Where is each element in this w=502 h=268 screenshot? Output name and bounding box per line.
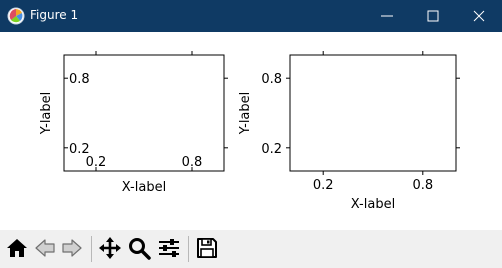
minimize-icon xyxy=(381,15,393,17)
navigation-toolbar xyxy=(0,230,502,268)
y-tick-label: 0.8 xyxy=(261,72,282,87)
window-title: Figure 1 xyxy=(30,8,79,22)
forward-button[interactable] xyxy=(60,236,84,260)
toolbar-separator xyxy=(188,236,189,262)
home-button[interactable] xyxy=(5,236,29,260)
x-tick-label: 0.8 xyxy=(182,155,203,170)
x-axis-label: X-label xyxy=(351,197,395,212)
figure-plot: 0.2 0.8 0.2 0.8 X-label Y-label 0.2 0.8 0.2 0.8 X-… xyxy=(39,51,460,212)
minimize-button[interactable] xyxy=(364,0,410,32)
configure-subplots-icon xyxy=(159,239,179,257)
close-icon xyxy=(473,10,485,22)
save-icon xyxy=(197,238,217,258)
home-icon xyxy=(7,239,27,257)
maximize-button[interactable] xyxy=(410,0,456,32)
save-button[interactable] xyxy=(195,236,219,260)
app-icon xyxy=(7,7,25,25)
axes-frame xyxy=(289,54,457,172)
x-tick-label: 0.2 xyxy=(313,178,334,193)
figure-canvas[interactable]: 0.2 0.8 0.2 0.8 X-label Y-label 0.2 0.8 0.2 0.8 X-… xyxy=(0,32,502,230)
forward-icon xyxy=(62,239,82,257)
back-icon xyxy=(35,239,55,257)
y-tick-label: 0.2 xyxy=(69,142,90,157)
x-tick-label: 0.2 xyxy=(86,155,107,170)
y-axis-label: Y-label xyxy=(39,92,54,136)
configure-subplots-button[interactable] xyxy=(157,236,181,260)
pan-button[interactable] xyxy=(98,236,122,260)
y-axis-label: Y-label xyxy=(238,92,253,136)
title-bar: Figure 1 xyxy=(0,0,502,32)
close-button[interactable] xyxy=(456,0,502,32)
toolbar-separator xyxy=(91,236,92,262)
pan-icon xyxy=(99,237,121,259)
x-tick-label: 0.8 xyxy=(412,178,433,193)
y-tick-label: 0.2 xyxy=(261,142,282,157)
y-tick-label: 0.8 xyxy=(69,72,90,87)
zoom-button[interactable] xyxy=(127,236,151,260)
maximize-icon xyxy=(427,10,439,22)
zoom-icon xyxy=(129,238,151,260)
back-button[interactable] xyxy=(33,236,57,260)
x-axis-label: X-label xyxy=(122,180,166,195)
